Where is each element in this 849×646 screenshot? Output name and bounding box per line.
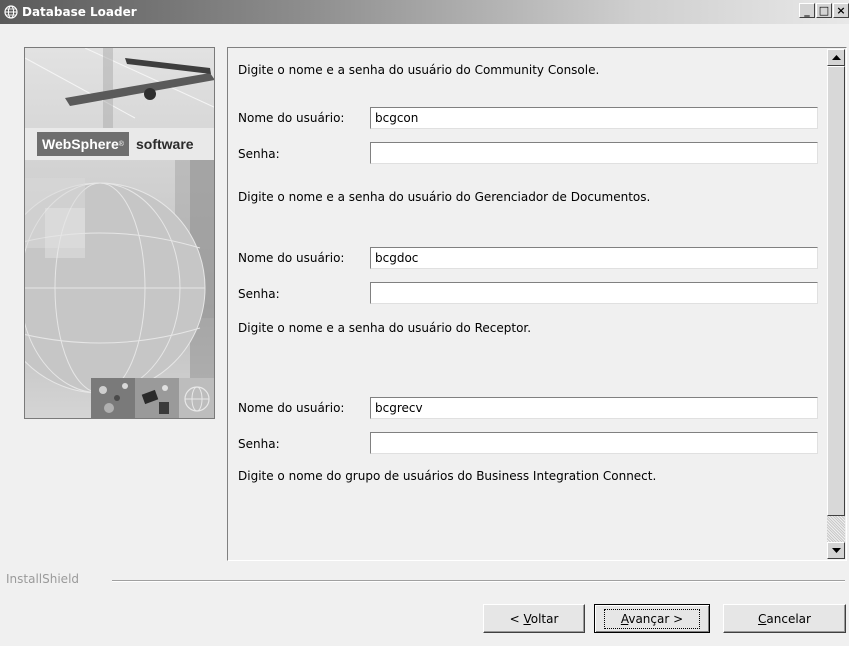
scroll-up-button[interactable] xyxy=(827,49,845,66)
brand-name: WebSphere xyxy=(42,136,119,152)
section-prompt: Digite o nome e a senha do usuário do Re… xyxy=(238,321,532,335)
username-label: Nome do usuário: xyxy=(238,111,345,125)
product-banner: WebSphere ® software xyxy=(24,47,215,419)
window-controls: _ □ × xyxy=(799,3,849,18)
scroll-thumb[interactable] xyxy=(827,66,845,516)
title-bar: Database Loader _ □ × xyxy=(0,0,849,24)
product-type: software xyxy=(136,136,194,152)
scroll-down-button[interactable] xyxy=(827,542,845,559)
banner-artwork xyxy=(25,48,214,418)
next-button[interactable]: Avançar > xyxy=(594,604,710,633)
websphere-logo: WebSphere ® xyxy=(37,132,129,156)
group-prompt: Digite o nome do grupo de usuários do Bu… xyxy=(238,469,657,483)
form-content: Digite o nome e a senha do usuário do Co… xyxy=(229,49,825,559)
section-prompt: Digite o nome e a senha do usuário do Co… xyxy=(238,63,600,77)
password-field[interactable] xyxy=(370,282,818,304)
back-button[interactable]: < Voltar xyxy=(483,604,585,633)
vertical-scrollbar[interactable] xyxy=(827,49,845,559)
installshield-label: InstallShield xyxy=(6,572,80,586)
brand-mark: ® xyxy=(118,140,124,148)
username-field[interactable]: bcgdoc xyxy=(370,247,818,269)
minimize-button[interactable]: _ xyxy=(799,3,815,18)
section-prompt: Digite o nome e a senha do usuário do Ge… xyxy=(238,190,651,204)
scroll-track[interactable] xyxy=(827,516,845,542)
username-label: Nome do usuário: xyxy=(238,251,345,265)
username-label: Nome do usuário: xyxy=(238,401,345,415)
window-title: Database Loader xyxy=(22,5,137,19)
cancel-button[interactable]: Cancelar xyxy=(723,604,846,633)
password-label: Senha: xyxy=(238,147,280,161)
password-label: Senha: xyxy=(238,437,280,451)
cancel-button-label: Cancelar xyxy=(758,611,811,626)
arrow-down-icon xyxy=(831,547,841,553)
username-field[interactable]: bcgcon xyxy=(370,107,818,129)
password-label: Senha: xyxy=(238,287,280,301)
close-button[interactable]: × xyxy=(833,3,849,18)
footer-divider xyxy=(112,580,845,582)
form-panel: Digite o nome e a senha do usuário do Co… xyxy=(227,47,847,561)
username-field[interactable]: bcgrecv xyxy=(370,397,818,419)
password-field[interactable] xyxy=(370,142,818,164)
globe-icon xyxy=(4,5,18,19)
next-button-label: Avançar > xyxy=(603,608,701,629)
maximize-button[interactable]: □ xyxy=(816,3,832,18)
password-field[interactable] xyxy=(370,432,818,454)
arrow-up-icon xyxy=(831,54,841,60)
back-button-label: < Voltar xyxy=(509,611,559,626)
